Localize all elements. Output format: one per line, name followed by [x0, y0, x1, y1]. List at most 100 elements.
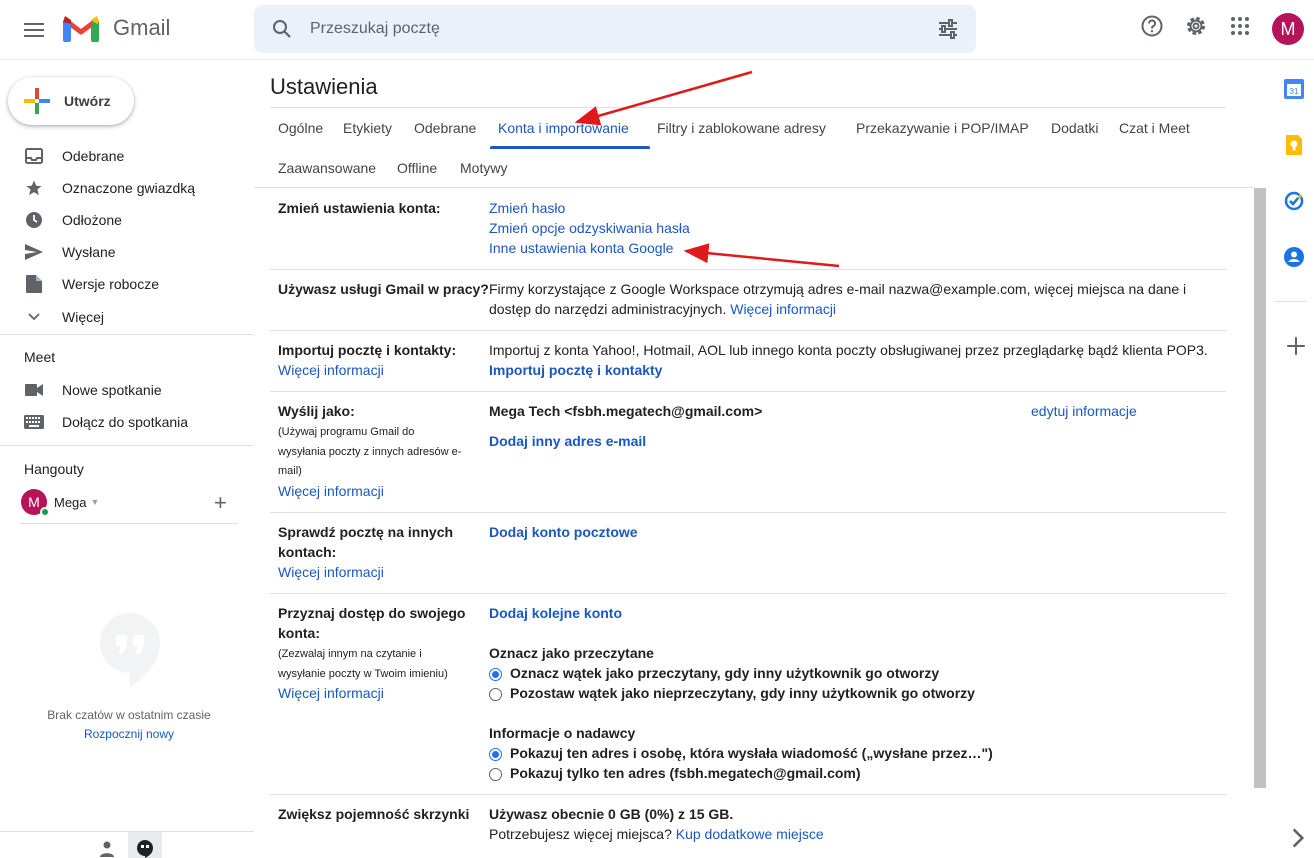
grant-access-note: (Zezwalaj innym na czytanie i	[278, 648, 422, 660]
mark-read-option-2[interactable]: Pozostaw wątek jako nieprzeczytany, gdy …	[510, 683, 975, 703]
tasks-icon[interactable]	[1284, 191, 1304, 211]
workspace-label: Używasz usługi Gmail w pracy?	[278, 281, 489, 297]
divider	[0, 334, 254, 335]
sender-info-radio-2[interactable]	[489, 768, 502, 781]
sidebar-item-starred[interactable]: Oznaczone gwiazdką	[0, 172, 254, 204]
page-title: Ustawienia	[270, 74, 378, 99]
edit-info-link[interactable]: edytuj informacje	[1031, 401, 1137, 421]
apps-grid-icon[interactable]	[1228, 14, 1252, 38]
sidebar-item-label: Wersje robocze	[62, 276, 160, 292]
scrollbar-thumb[interactable]	[1254, 188, 1266, 788]
side-panel: 31	[1266, 60, 1314, 857]
grant-access-more-info-link[interactable]: Więcej informacji	[278, 683, 384, 703]
send-as-label: Wyślij jako:	[278, 403, 355, 419]
tab-general[interactable]: Ogólne	[278, 120, 323, 136]
send-as-more-info-link[interactable]: Więcej informacji	[278, 481, 384, 501]
add-email-address-link[interactable]: Dodaj inny adres e-mail	[489, 431, 646, 451]
help-icon[interactable]	[1140, 14, 1164, 38]
caret-down-icon[interactable]: ▼	[91, 497, 100, 507]
app-name: Gmail	[113, 15, 171, 40]
mark-read-radio-2[interactable]	[489, 688, 502, 701]
search-options-icon[interactable]	[936, 17, 960, 41]
no-recent-chats-text: Brak czatów w ostatnim czasie	[47, 708, 211, 722]
send-icon	[25, 244, 43, 260]
import-mail-contacts-link[interactable]: Importuj pocztę i kontakty	[489, 360, 662, 380]
divider	[254, 187, 1254, 188]
change-recovery-link[interactable]: Zmień opcje odzyskiwania hasła	[489, 218, 690, 238]
tab-themes[interactable]: Motywy	[460, 160, 507, 176]
tab-offline[interactable]: Offline	[397, 160, 437, 176]
compose-button[interactable]: Utwórz	[8, 77, 134, 125]
tab-addons[interactable]: Dodatki	[1051, 120, 1098, 136]
person-icon[interactable]	[99, 841, 115, 857]
mark-read-radio-1[interactable]	[489, 668, 502, 681]
search-input[interactable]	[310, 17, 910, 41]
sender-info-option-1[interactable]: Pokazuj ten adres i osobę, która wysłała…	[510, 743, 993, 763]
sender-info-option-2[interactable]: Pokazuj tylko ten adres (fsbh.megatech@g…	[510, 763, 861, 783]
import-more-info-link[interactable]: Więcej informacji	[278, 360, 384, 380]
hangouts-tab[interactable]	[128, 832, 162, 858]
start-new-chat-link[interactable]: Rozpocznij nowy	[0, 727, 258, 741]
storage-more-text: Potrzebujesz więcej miejsca? Kup dodatko…	[489, 824, 824, 844]
send-as-identity: Mega Tech <fsbh.megatech@gmail.com>	[489, 403, 763, 419]
mark-read-option-1[interactable]: Oznacz wątek jako przeczytany, gdy inny …	[510, 663, 939, 683]
online-status-icon	[40, 507, 50, 517]
top-bar: Gmail M	[0, 0, 1314, 60]
contacts-icon[interactable]	[1284, 247, 1304, 267]
import-description: Importuj z konta Yahoo!, Hotmail, AOL lu…	[489, 342, 1208, 358]
left-navigation: Utwórz Odebrane Oznaczone gwiazdką Odłoż…	[0, 60, 254, 858]
hangouts-avatar: M	[21, 489, 50, 517]
sidebar-item-join-meeting[interactable]: Dołącz do spotkania	[0, 406, 254, 438]
hangouts-user-name: Mega	[54, 494, 87, 510]
hangouts-user[interactable]: M Mega ▼	[21, 489, 100, 517]
sidebar-item-new-meeting[interactable]: Nowe spotkanie	[0, 374, 254, 406]
chevron-right-icon[interactable]	[1288, 828, 1308, 848]
search-bar[interactable]	[254, 5, 976, 53]
tab-filters[interactable]: Filtry i zablokowane adresy	[657, 120, 826, 136]
sidebar-item-drafts[interactable]: Wersje robocze	[0, 268, 254, 300]
sidebar-item-more[interactable]: Więcej	[0, 301, 254, 333]
add-mail-account-link[interactable]: Dodaj konto pocztowe	[489, 522, 638, 542]
google-account-settings-link[interactable]: Inne ustawienia konta Google	[489, 238, 673, 258]
change-password-link[interactable]: Zmień hasło	[489, 198, 565, 218]
keyboard-icon	[24, 415, 44, 429]
calendar-icon[interactable]: 31	[1284, 79, 1304, 99]
change-account-label: Zmień ustawienia konta:	[278, 200, 441, 216]
sidebar-item-snoozed[interactable]: Odłożone	[0, 204, 254, 236]
meet-section-title: Meet	[24, 349, 56, 365]
buy-storage-link[interactable]: Kup dodatkowe miejsce	[676, 826, 824, 842]
gmail-logo[interactable]: Gmail	[63, 14, 170, 42]
new-chat-plus-icon[interactable]: +	[214, 490, 227, 516]
tab-advanced[interactable]: Zaawansowane	[278, 160, 376, 176]
tab-inbox[interactable]: Odebrane	[414, 120, 476, 136]
workspace-text: Firmy korzystające z Google Workspace ot…	[489, 281, 1187, 297]
workspace-more-info-link[interactable]: Więcej informacji	[730, 301, 836, 317]
account-avatar[interactable]: M	[1272, 13, 1304, 45]
settings-gear-icon[interactable]	[1184, 14, 1208, 38]
sidebar-item-inbox[interactable]: Odebrane	[0, 140, 254, 172]
search-icon[interactable]	[270, 17, 294, 41]
sidebar-item-sent[interactable]: Wysłane	[0, 236, 254, 268]
divider	[270, 512, 1226, 513]
svg-text:31: 31	[1290, 87, 1299, 96]
tab-chat-meet[interactable]: Czat i Meet	[1119, 120, 1190, 136]
keep-icon[interactable]	[1284, 135, 1304, 155]
check-mail-more-info-link[interactable]: Więcej informacji	[278, 562, 384, 582]
divider	[20, 523, 238, 524]
tab-accounts-import[interactable]: Konta i importowanie	[498, 120, 629, 136]
grant-access-label: Przyznaj dostęp do swojego	[278, 605, 466, 621]
tab-labels[interactable]: Etykiety	[343, 120, 392, 136]
send-as-note: (Używaj programu Gmail do	[278, 426, 415, 438]
sender-info-radio-1[interactable]	[489, 748, 502, 761]
sidebar-item-label: Odebrane	[62, 148, 125, 164]
storage-usage: Używasz obecnie 0 GB (0%) z 15 GB.	[489, 806, 734, 822]
main-menu-button[interactable]	[14, 10, 54, 50]
mark-read-title: Oznacz jako przeczytane	[489, 645, 654, 661]
tab-forwarding[interactable]: Przekazywanie i POP/IMAP	[856, 120, 1029, 136]
hangouts-section-title: Hangouty	[24, 461, 84, 477]
hangouts-quote-icon	[100, 613, 160, 687]
add-addon-plus-icon[interactable]	[1286, 336, 1306, 356]
sidebar-item-label: Wysłane	[62, 244, 116, 260]
add-another-account-link[interactable]: Dodaj kolejne konto	[489, 603, 622, 623]
divider	[1274, 301, 1306, 302]
